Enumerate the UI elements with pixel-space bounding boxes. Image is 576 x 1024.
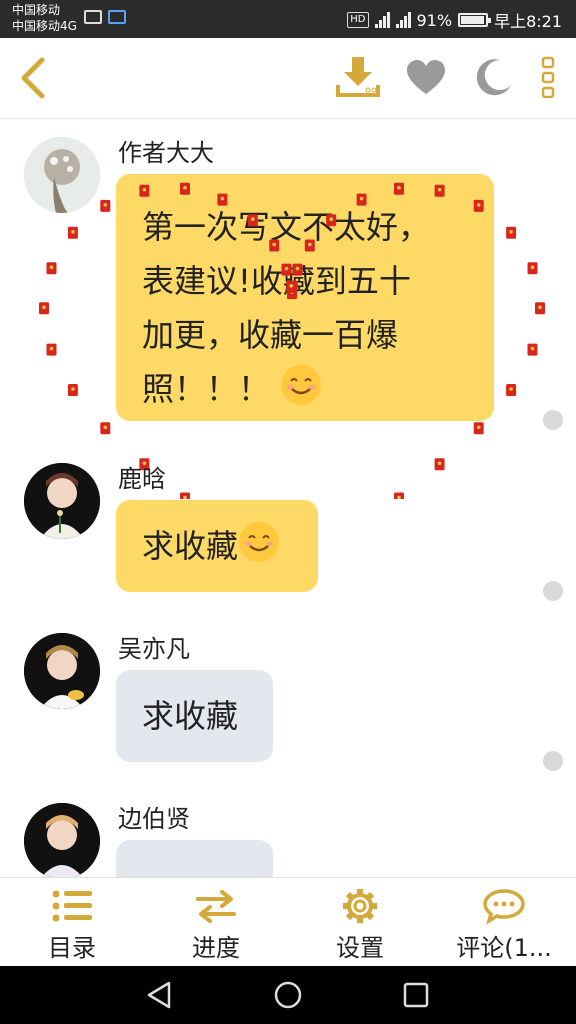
nav-label: 评论(1... [456,934,552,962]
red-packet-icon [46,343,57,356]
message-text-line: 第一次写文不太好， [142,208,431,246]
nav-comments[interactable]: 评论(1... [432,878,576,967]
gear-icon [343,889,377,923]
signal-icon [374,12,390,28]
red-packet-icon [473,422,484,435]
nav-label: 进度 [192,934,240,962]
red-packet-icon [535,302,545,315]
heart-icon[interactable] [402,52,450,102]
message-item: 鹿晗 求收藏 [0,459,576,629]
message-bubble[interactable] [116,840,273,877]
battery-icon [458,13,492,27]
signal-4g-icon [395,12,411,28]
app-notification-icon [108,10,126,24]
more-vertical-icon[interactable] [538,52,558,102]
back-triangle-icon[interactable] [145,980,175,1010]
red-packet-icon [527,262,538,275]
carrier-primary: 中国移动 [12,3,61,17]
message-item: 吴亦凡 求收藏 [0,629,576,799]
notification-icons [84,10,126,24]
message-text-line: 照！！！ [142,370,271,408]
message-text: 求收藏 [142,697,239,735]
moon-icon[interactable] [470,52,518,102]
clock: 早上8:21 [494,12,562,31]
red-packet-icon [506,384,517,396]
carrier-info: 中国移动 中国移动4G [12,2,77,34]
bottom-nav: 目录 进度 设置 评论(1... [0,877,576,967]
status-bar: 中国移动 中国移动4G HD 91% 早上8:21 [0,0,576,38]
smile-emoji-icon [281,365,322,405]
red-packet-icon [39,302,49,315]
status-right: HD 91% 早上8:21 [347,8,562,32]
avatar[interactable] [24,463,100,539]
swap-arrows-icon [196,890,236,923]
recent-apps-icon[interactable] [401,980,431,1010]
message-status-dot [543,410,563,430]
message-text: 求收藏 [142,527,239,565]
message-item: 作者大大 第一次写文不太好， 表建议!收藏到五十 加更，收藏一百爆 照！！！ [0,119,576,499]
chat-list[interactable]: 作者大大 第一次写文不太好， 表建议!收藏到五十 加更，收藏一百爆 照！！！ 鹿… [0,119,576,877]
nav-progress[interactable]: 进度 [144,878,288,967]
red-packet-icon [46,262,57,275]
avatar[interactable] [24,803,100,877]
sender-name: 鹿晗 [118,465,166,493]
nav-label: 目录 [48,934,96,962]
avatar[interactable] [24,633,100,709]
nav-label: 设置 [336,934,384,962]
red-packet-icon [100,422,111,435]
reader-toolbar [0,38,576,119]
message-item: 边伯贤 [0,799,576,877]
carrier-secondary: 中国移动4G [12,19,77,33]
nav-catalog[interactable]: 目录 [0,878,144,967]
sender-name: 边伯贤 [118,805,190,833]
message-text-line: 表建议!收藏到五十 [142,262,411,300]
message-bubble[interactable]: 求收藏 [116,500,318,592]
message-status-dot [543,581,563,601]
smile-emoji-icon [239,522,280,562]
red-packet-icon [67,384,78,396]
list-icon [52,890,92,922]
briefcase-icon [84,10,102,24]
system-nav-bar [0,966,576,1024]
red-packet-icon [506,226,517,239]
message-status-dot [543,751,563,771]
message-text-line: 加更，收藏一百爆 [142,316,399,354]
sender-name: 吴亦凡 [118,635,190,663]
red-packet-icon [527,343,538,356]
red-packet-icon [100,199,111,212]
home-circle-icon[interactable] [273,980,303,1010]
avatar[interactable] [24,137,100,213]
red-packet-icon [67,226,78,239]
hd-badge: HD [347,12,369,28]
sender-name: 作者大大 [118,139,214,167]
comment-icon [483,889,525,924]
download-icon[interactable] [334,52,382,102]
message-bubble[interactable]: 求收藏 [116,670,273,762]
message-bubble[interactable]: 第一次写文不太好， 表建议!收藏到五十 加更，收藏一百爆 照！！！ [116,174,494,421]
chevron-left-icon[interactable] [14,54,54,102]
nav-settings[interactable]: 设置 [288,878,432,967]
battery-percent: 91% [416,10,453,30]
